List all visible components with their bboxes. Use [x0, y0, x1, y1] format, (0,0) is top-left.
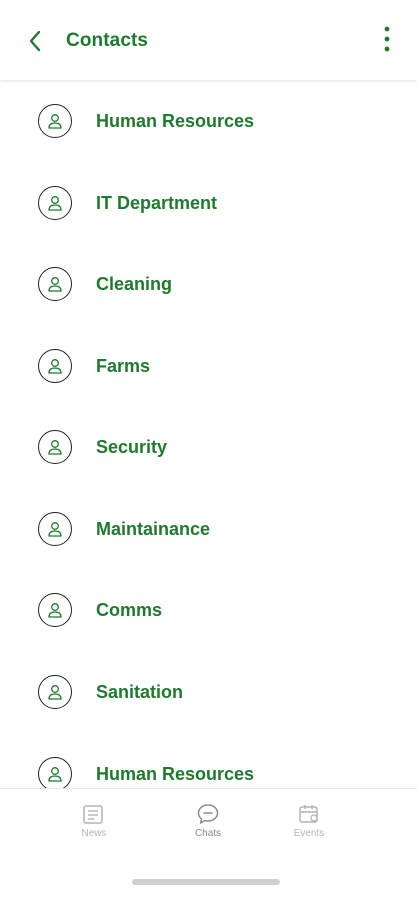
contact-avatar [38, 349, 72, 383]
contact-avatar [38, 104, 72, 138]
nav-label-chats: Chats [194, 828, 222, 839]
person-icon [48, 685, 62, 700]
person-icon [48, 196, 62, 211]
page-title: Contacts [66, 30, 149, 51]
person-icon [48, 440, 62, 455]
contact-avatar [38, 512, 72, 546]
person-icon [48, 277, 62, 292]
contact-item[interactable]: Cleaning [0, 254, 417, 314]
person-icon [48, 114, 62, 129]
nav-tab-news[interactable]: News [64, 803, 124, 847]
newspaper-icon [83, 805, 103, 824]
contact-item[interactable]: Human Resources [0, 744, 417, 788]
contact-avatar [38, 757, 72, 788]
nav-tab-chats[interactable]: Chats [178, 803, 238, 847]
nav-label-news: News [81, 828, 107, 839]
nav-label-events: Events [293, 828, 325, 839]
contact-name: Maintainance [96, 518, 211, 539]
contact-item[interactable]: Sanitation [0, 662, 417, 722]
contact-item[interactable]: Human Resources [0, 91, 417, 151]
back-button[interactable] [22, 28, 48, 54]
contact-item[interactable]: Security [0, 417, 417, 477]
contact-avatar [38, 430, 72, 464]
contact-name: Human Resources [96, 763, 255, 784]
contact-avatar [38, 593, 72, 627]
person-icon [48, 522, 62, 537]
contact-avatar [38, 675, 72, 709]
person-icon [48, 359, 62, 374]
contact-name: Security [96, 436, 168, 457]
person-icon [48, 603, 62, 618]
contact-name: Sanitation [96, 681, 184, 702]
contact-item[interactable]: Comms [0, 580, 417, 640]
contacts-list[interactable]: Human Resources IT Department Cleaning F… [0, 80, 417, 788]
chat-bubble-icon [197, 804, 219, 824]
contact-name: Farms [96, 355, 151, 376]
person-icon [48, 767, 62, 782]
chevron-left-icon [29, 30, 41, 52]
home-indicator[interactable] [132, 879, 280, 885]
contact-item[interactable]: Maintainance [0, 499, 417, 559]
contact-name: Comms [96, 599, 163, 620]
more-options-button[interactable] [377, 24, 397, 54]
contact-item[interactable]: IT Department [0, 173, 417, 233]
contact-avatar [38, 186, 72, 220]
contact-name: IT Department [96, 192, 218, 213]
contact-avatar [38, 267, 72, 301]
contact-item[interactable]: Farms [0, 336, 417, 396]
calendar-icon [299, 805, 318, 823]
vertical-dots-icon [384, 26, 390, 52]
contact-name: Cleaning [96, 273, 173, 294]
nav-tab-events[interactable]: Events [279, 803, 339, 847]
contact-name: Human Resources [96, 110, 255, 131]
app-header: Contacts [0, 0, 417, 80]
